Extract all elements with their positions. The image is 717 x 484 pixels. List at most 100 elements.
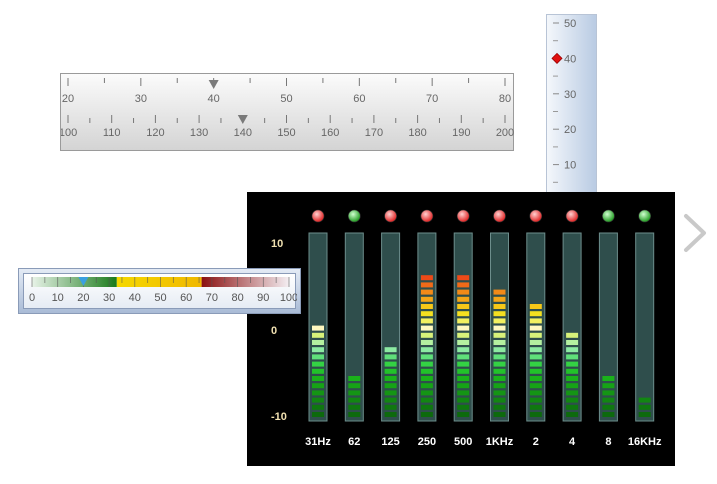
bottom-scale-label: 190 (452, 127, 470, 139)
band-segment (493, 296, 506, 302)
band-segment (602, 383, 615, 389)
bottom-scale-label: 180 (408, 127, 426, 139)
band-segment (384, 361, 397, 367)
band-segment (602, 390, 615, 396)
linear-scale-label: 60 (180, 292, 192, 304)
band-segment (566, 354, 579, 360)
band-segment (457, 383, 470, 389)
band-segment (566, 347, 579, 353)
vertical-scale-svg: 50403020100 (551, 18, 576, 207)
top-scale-label: 80 (499, 93, 511, 105)
bottom-scale-label: 120 (146, 127, 164, 139)
band-segment (457, 404, 470, 410)
band-segment (384, 412, 397, 417)
band-segment (312, 412, 324, 417)
band-segment (312, 397, 324, 403)
band-segment (348, 383, 361, 389)
band-segment (457, 412, 470, 417)
vertical-scale-label: 30 (564, 89, 576, 101)
chevron-right-icon (684, 214, 706, 252)
band-segment (529, 397, 542, 403)
band-segment (384, 376, 397, 381)
band-segment (493, 354, 506, 360)
band-segment (493, 404, 506, 410)
band-segment (529, 354, 542, 360)
bottom-scale-pointer (237, 115, 248, 124)
band-segment (529, 412, 542, 417)
band-segment (529, 383, 542, 389)
band-segment (348, 390, 361, 396)
band-segment (457, 304, 470, 309)
band-segment (529, 340, 542, 345)
band-led-red (311, 209, 325, 223)
band-segment (566, 332, 579, 338)
band-segment (529, 404, 542, 410)
linear-scale-label: 70 (206, 292, 218, 304)
band-segment (529, 368, 542, 374)
linear-scale-label: 40 (129, 292, 141, 304)
band-segment (457, 390, 470, 396)
band-segment (384, 397, 397, 403)
band-segment (493, 325, 506, 331)
equalizer-panel: 10 0 -10 31Hz 62 125 250 500 1KHz 2 4 8 16KHz (247, 192, 675, 466)
band-segment (312, 354, 324, 360)
band-segment (420, 376, 433, 381)
vertical-scale: 50403020100 (546, 14, 597, 208)
band-segment (566, 376, 579, 381)
band-segment (420, 354, 433, 360)
band-segment (420, 289, 433, 295)
band-segment (457, 347, 470, 353)
band-segment (529, 347, 542, 353)
band-segment (420, 347, 433, 353)
band-segment (457, 397, 470, 403)
bottom-scale-label: 130 (190, 127, 208, 139)
band-led-green (638, 209, 652, 223)
band-segment (493, 304, 506, 309)
band-segment (420, 325, 433, 331)
linear-scale-label: 30 (103, 292, 115, 304)
band-label: 4 (569, 436, 576, 448)
band-segment (312, 340, 324, 345)
band-led-green (602, 209, 615, 223)
band-segment (420, 332, 433, 338)
band-label: 125 (381, 436, 399, 448)
band-segment (312, 383, 324, 389)
band-segment (420, 368, 433, 374)
linear-scale-range (116, 277, 202, 287)
band-segment (420, 361, 433, 367)
band-segment (420, 275, 433, 281)
band-segment (420, 318, 433, 324)
band-segment (529, 325, 542, 331)
band-segment (638, 397, 651, 403)
vertical-scale-label: 50 (564, 18, 576, 30)
linear-scale-label: 0 (29, 292, 35, 304)
top-scale-label: 20 (62, 93, 74, 105)
band-led-red (529, 209, 543, 223)
band-segment (420, 304, 433, 309)
band-segment (566, 368, 579, 374)
horizontal-scale-svg: 20 30 40 50 60 70 80 100 110 120 130 140 150 160 170 18… (61, 78, 514, 139)
band-segment (420, 340, 433, 345)
linear-scale-label: 90 (257, 292, 269, 304)
band-segment (529, 304, 542, 309)
band-segment (529, 361, 542, 367)
horizontal-dual-scale: 20 30 40 50 60 70 80 100 110 120 130 140 150 160 170 18… (60, 73, 514, 151)
band-segment (566, 397, 579, 403)
band-track (635, 232, 655, 422)
next-button[interactable] (680, 212, 710, 254)
band-segment (493, 347, 506, 353)
band-segment (384, 390, 397, 396)
band-label: 62 (348, 436, 360, 448)
band-segment (638, 412, 651, 417)
band-segment (420, 412, 433, 417)
top-scale-pointer (208, 80, 219, 89)
band-segment (493, 412, 506, 417)
band-segment (457, 311, 470, 317)
band-segment (420, 390, 433, 396)
band-segment (420, 311, 433, 317)
bottom-scale-label: 100 (61, 127, 77, 139)
band-segment (457, 332, 470, 338)
band-segment (457, 282, 470, 288)
top-scale-label: 40 (208, 93, 220, 105)
band-led-red (456, 209, 470, 223)
